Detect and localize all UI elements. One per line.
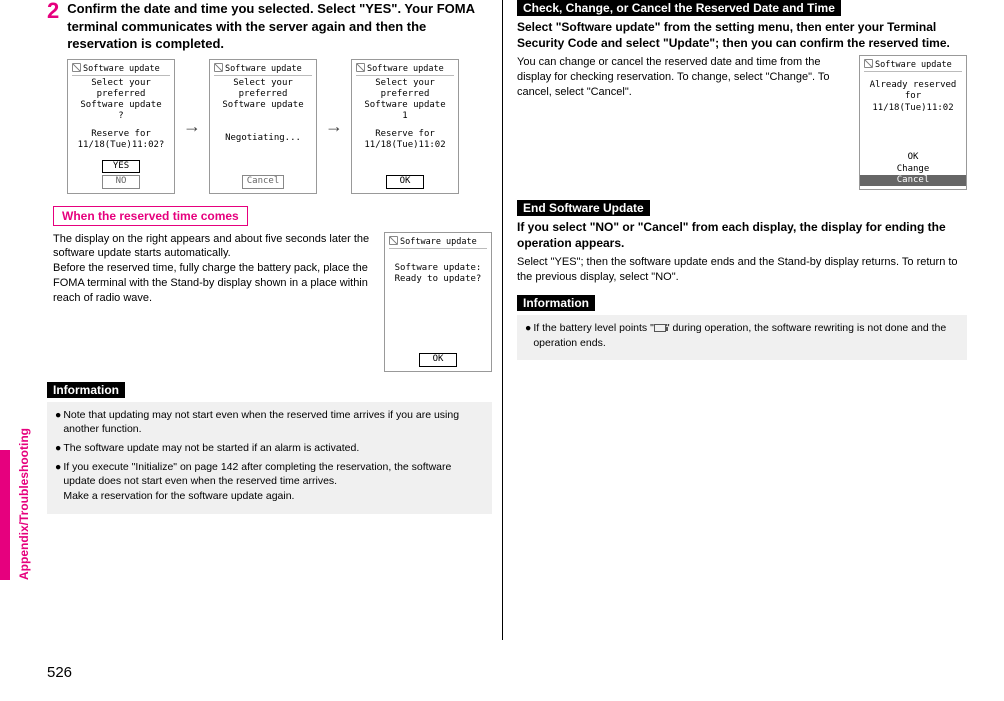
paragraph: You can change or cancel the reserved da… [517,55,851,100]
phone-screen-2: Software update Select your preferred So… [209,59,317,194]
paragraph: Select "YES"; then the software update e… [517,255,967,285]
bold-paragraph: If you select "NO" or "Cancel" from each… [517,220,967,251]
screen-text: Software update [356,100,454,111]
screen-text: ? [72,111,170,122]
phone-screen-1: Software update Select your preferred So… [67,59,175,194]
screen-text: Reserve for [356,129,454,140]
screen-text: 11/18(Tue)11:02 [356,140,454,151]
screen-text: Select your preferred [72,78,170,101]
step-number: 2 [47,0,59,53]
screens-row: Software update Select your preferred So… [67,59,492,194]
side-tab-spine [0,450,10,580]
option-cancel-selected: Cancel [860,175,966,186]
screen-text: Software update [72,100,170,111]
left-column: 2 Confirm the date and time you selected… [47,0,502,640]
page-number: 526 [47,664,72,681]
option-ok: OK [864,152,962,163]
yes-button: YES [102,160,140,173]
bold-paragraph: Select "Software update" from the settin… [517,20,967,51]
cancel-button: Cancel [242,175,285,188]
info-item: If you execute "Initialize" on page 142 … [63,460,484,504]
screen-text: Software update: Ready to update? [389,263,487,286]
information-box: ● If the battery level points "" during … [517,315,967,360]
battery-icon [654,324,666,332]
screen-text: Software update [214,100,312,111]
paragraph: The display on the right appears and abo… [53,232,376,306]
information-heading: Information [517,295,595,311]
screen-text: 1 [356,111,454,122]
section-heading: Check, Change, or Cancel the Reserved Da… [517,0,841,16]
phone-screen-reserved: Software update Already reserved for 11/… [859,55,967,190]
step-instruction: Confirm the date and time you selected. … [67,0,492,53]
screen-title: Software update [214,63,312,76]
side-tab-label: Appendix/Troubleshooting [17,428,31,580]
pink-subheading: When the reserved time comes [53,206,248,226]
section-heading: End Software Update [517,200,650,216]
option-change: Change [864,164,962,175]
screen-text: Reserve for [72,129,170,140]
ok-button: OK [386,175,424,188]
screen-text: 11/18(Tue)11:02? [72,140,170,151]
screen-text: 11/18(Tue)11:02 [864,103,962,114]
arrow-icon: → [325,116,343,137]
information-heading: Information [47,382,125,398]
phone-screen-3: Software update Select your preferred So… [351,59,459,194]
screen-text: Already reserved for [864,80,962,103]
right-column: Check, Change, or Cancel the Reserved Da… [502,0,977,640]
info-item: If the battery level points "" during op… [533,321,959,350]
screen-text: Select your preferred [214,78,312,101]
screen-text: Select your preferred [356,78,454,101]
info-item: Note that updating may not start even wh… [63,408,484,437]
screen-title: Software update [72,63,170,76]
screen-title: Software update [864,59,962,72]
information-box: ●Note that updating may not start even w… [47,402,492,514]
screen-text: Negotiating... [214,133,312,144]
arrow-icon: → [183,116,201,137]
phone-screen-ready: Software update Software update: Ready t… [384,232,492,372]
screen-title: Software update [389,236,487,249]
info-item: The software update may not be started i… [63,441,359,456]
screen-title: Software update [356,63,454,76]
ok-button: OK [419,353,457,366]
no-button: NO [102,175,140,188]
